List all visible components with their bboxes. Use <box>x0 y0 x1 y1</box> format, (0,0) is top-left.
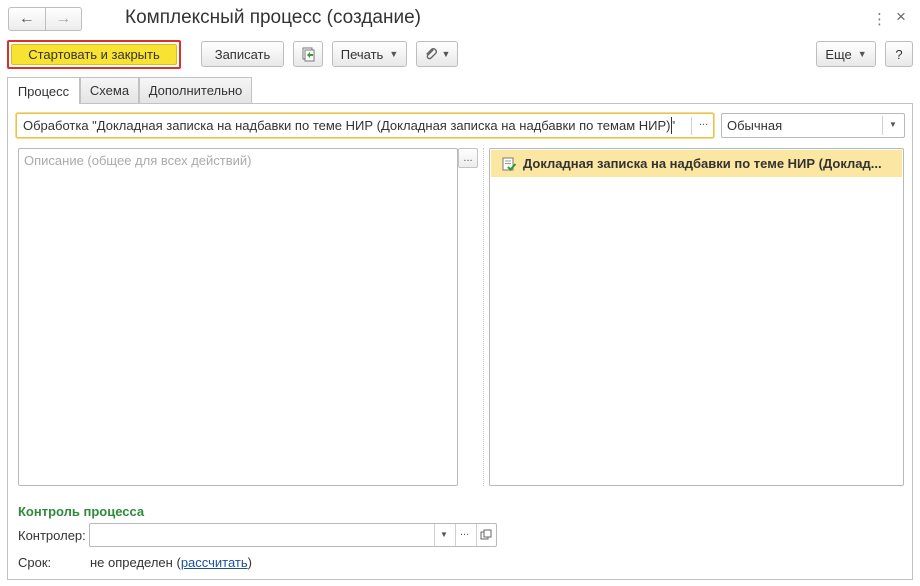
steps-list: Докладная записка на надбавки по теме НИ… <box>489 148 904 486</box>
importance-value: Обычная <box>727 118 783 133</box>
help-button[interactable]: ? <box>885 41 913 67</box>
tab-additional[interactable]: Дополнительно <box>139 77 252 103</box>
navigation-buttons: ← → <box>8 7 82 31</box>
chevron-down-icon: ▼ <box>857 49 867 59</box>
chevron-down-icon[interactable]: ▼ <box>440 530 448 539</box>
window-menu-icon[interactable]: ⋮ <box>872 10 887 28</box>
help-label: ? <box>895 46 903 62</box>
controller-label: Контролер: <box>18 528 86 543</box>
tab-label: Схема <box>89 83 130 98</box>
description-placeholder: Описание (общее для всех действий) <box>24 153 252 168</box>
related-documents-button[interactable] <box>293 41 323 67</box>
print-label: Печать <box>340 46 384 62</box>
deadline-label: Срок: <box>18 555 52 570</box>
chevron-down-icon: ▼ <box>389 49 399 59</box>
divider <box>476 524 477 546</box>
paperclip-icon <box>425 48 437 60</box>
list-item[interactable]: Докладная записка на надбавки по теме НИ… <box>491 150 902 177</box>
section-title: Контроль процесса <box>18 504 145 519</box>
chevron-down-icon: ▼ <box>441 49 451 59</box>
calculate-link[interactable]: рассчитать <box>181 555 248 570</box>
task-document-icon <box>502 157 517 171</box>
documents-icon <box>302 47 315 62</box>
description-textarea[interactable]: Описание (общее для всех действий) <box>18 148 458 486</box>
tab-label: Процесс <box>17 83 70 99</box>
open-icon[interactable] <box>480 529 492 541</box>
start-and-close-label: Стартовать и закрыть <box>28 47 160 62</box>
more-button[interactable]: Еще ▼ <box>816 41 876 67</box>
importance-select[interactable]: Обычная ▼ <box>721 113 905 138</box>
chevron-down-icon[interactable]: ▼ <box>889 120 897 129</box>
process-name-field[interactable]: Обработка "Докладная записка на надбавки… <box>16 113 714 138</box>
process-name-value: Обработка "Докладная записка на надбавки… <box>23 118 676 133</box>
save-button[interactable]: Записать <box>201 41 284 67</box>
arrow-left-icon: ← <box>18 10 35 27</box>
arrow-right-icon: → <box>55 10 72 27</box>
deadline-row: не определен (рассчитать) <box>90 555 252 570</box>
start-and-close-button[interactable]: Стартовать и закрыть <box>7 40 181 69</box>
paren: ) <box>247 555 252 570</box>
divider <box>882 116 883 135</box>
back-button[interactable]: ← <box>9 8 45 30</box>
tab-label: Дополнительно <box>148 83 243 98</box>
step-label: Докладная записка на надбавки по теме НИ… <box>523 156 882 171</box>
text-cursor <box>671 117 672 136</box>
attachments-button[interactable]: ▼ <box>416 41 458 67</box>
divider <box>691 117 692 135</box>
divider <box>455 524 456 546</box>
select-dots-button[interactable]: ... <box>460 526 469 538</box>
forward-button[interactable]: → <box>44 8 82 30</box>
select-dots-button[interactable]: ... <box>699 116 708 128</box>
controller-field[interactable]: ▼ ... <box>89 523 497 547</box>
divider <box>434 524 435 546</box>
close-icon[interactable]: × <box>896 7 906 27</box>
tab-schema[interactable]: Схема <box>80 77 139 103</box>
tab-process[interactable]: Процесс <box>7 77 80 104</box>
print-button[interactable]: Печать ▼ <box>332 41 407 67</box>
deadline-value: не определен <box>90 555 173 570</box>
splitter[interactable] <box>483 148 484 486</box>
description-edit-button[interactable]: ... <box>458 148 478 168</box>
save-label: Записать <box>214 46 271 62</box>
window-title: Комплексный процесс (создание) <box>125 7 421 28</box>
more-label: Еще <box>825 46 852 62</box>
